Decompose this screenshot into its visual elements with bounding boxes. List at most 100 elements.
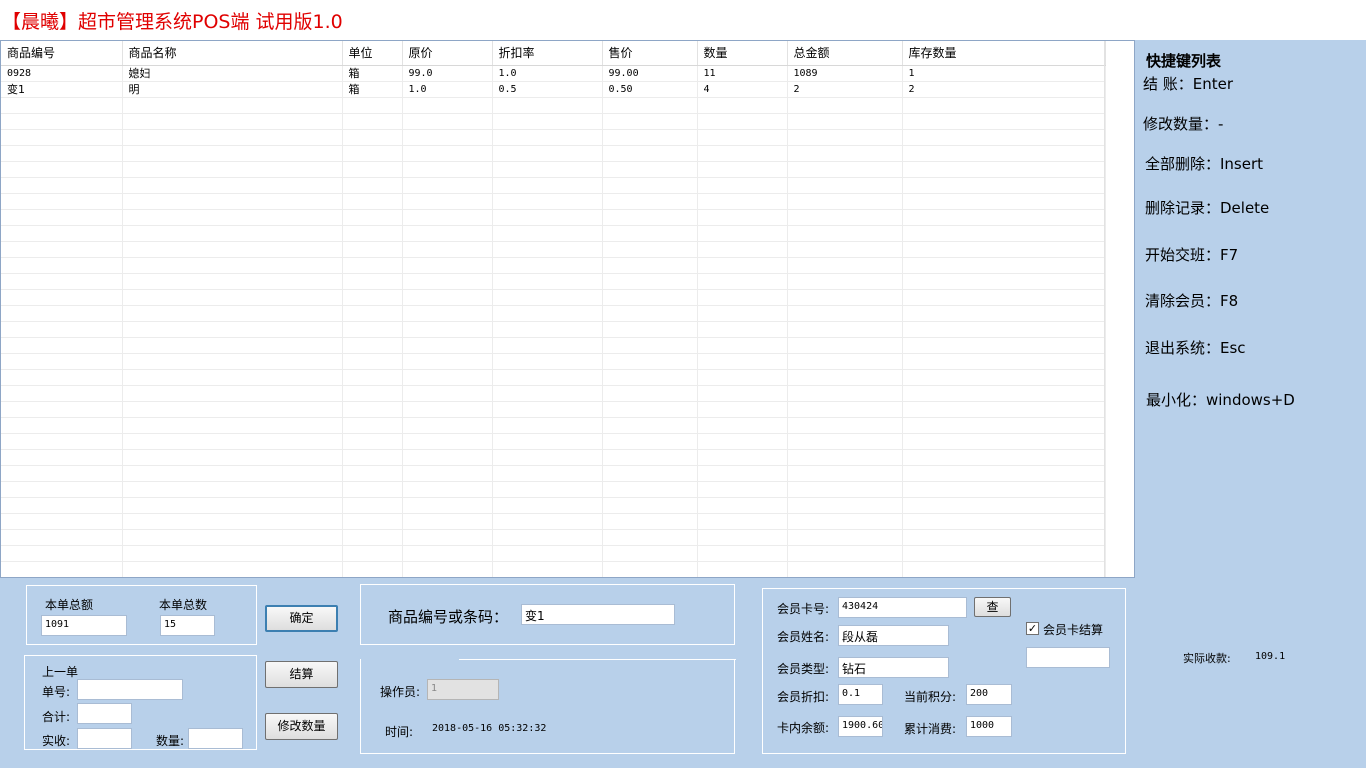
table-row[interactable]: 0928 媳妇 箱 99.0 1.0 99.00 11 1089 1 [1,65,1106,82]
confirm-button[interactable]: 确定 [265,605,338,632]
empty-cell [402,129,493,146]
empty-cell [902,385,1106,402]
col-header[interactable]: 商品名称 [122,41,343,66]
empty-cell [902,145,1106,162]
checkout-button[interactable]: 结算 [265,661,338,688]
empty-cell [402,97,493,114]
empty-cell [787,289,903,306]
empty-cell [492,209,603,226]
shortcut-delete-all: 全部删除：Insert [1145,155,1264,173]
empty-cell [122,529,343,546]
modify-qty-button[interactable]: 修改数量 [265,713,338,740]
empty-cell [1,225,123,242]
empty-cell [402,513,493,530]
member-discount-field[interactable]: 0.1 [838,684,883,705]
member-name-field[interactable]: 段从磊 [838,625,949,646]
empty-row [1,401,1106,418]
empty-cell [1,193,123,210]
cell-price: 99.0 [402,65,493,82]
empty-cell [342,225,403,242]
shortcut-shift: 开始交班：F7 [1145,246,1239,264]
previous-order-group: 上一单 单号: 合计: 实收: 数量: [24,655,257,750]
card-no-field[interactable]: 430424 [838,597,967,618]
prev-received-field[interactable] [77,728,132,749]
col-header[interactable]: 单位 [342,41,403,66]
col-header[interactable]: 折扣率 [492,41,603,66]
spent-field[interactable]: 1000 [966,716,1012,737]
order-totals-group: 本单总额 本单总数 1091 15 [26,585,257,645]
prev-qty-field[interactable] [188,728,243,749]
empty-cell [342,145,403,162]
table-row[interactable]: 变1 明 箱 1.0 0.5 0.50 4 2 2 [1,81,1106,98]
card-checkout-checkbox[interactable]: ✓ [1026,622,1039,635]
empty-cell [122,561,343,577]
prev-total-label: 合计: [42,710,71,724]
empty-cell [342,97,403,114]
empty-cell [492,545,603,562]
empty-cell [1,481,123,498]
empty-cell [1,465,123,482]
product-code-input[interactable]: 变1 [521,604,675,625]
empty-cell [492,465,603,482]
col-header[interactable]: 原价 [402,41,493,66]
empty-cell [1,209,123,226]
prev-total-field[interactable] [77,703,132,724]
col-header[interactable]: 数量 [697,41,788,66]
time-value: 2018-05-16 05:32:32 [432,723,547,734]
empty-cell [492,321,603,338]
title-bar: 【晨曦】超市管理系统POS端 试用版1.0 [0,0,1366,40]
empty-cell [342,321,403,338]
empty-cell [1,129,123,146]
col-header[interactable]: 商品编号 [1,41,123,66]
empty-cell [342,353,403,370]
points-field[interactable]: 200 [966,684,1012,705]
empty-cell [402,561,493,577]
empty-cell [1,369,123,386]
balance-field[interactable]: 1900.60 [838,716,883,737]
grid-divider [1104,41,1105,577]
empty-cell [697,257,788,274]
empty-cell [902,369,1106,386]
empty-cell [902,497,1106,514]
member-type-field[interactable]: 钻石 [838,657,949,678]
empty-cell [122,145,343,162]
empty-cell [122,401,343,418]
operator-group: 操作员: 1 时间: 2018-05-16 05:32:32 [360,659,736,754]
empty-cell [342,401,403,418]
col-header[interactable]: 库存数量 [902,41,1106,66]
product-grid[interactable]: 商品编号 商品名称 单位 原价 折扣率 售价 数量 总金额 库存数量 0928 … [0,40,1135,578]
empty-cell [602,369,698,386]
empty-cell [697,97,788,114]
empty-row [1,513,1106,530]
empty-cell [787,193,903,210]
empty-cell [902,225,1106,242]
empty-cell [122,241,343,258]
time-label: 时间: [385,725,414,739]
empty-cell [902,465,1106,482]
order-count-field[interactable]: 15 [160,615,215,636]
empty-cell [402,385,493,402]
empty-cell [1,545,123,562]
empty-cell [787,545,903,562]
empty-cell [122,225,343,242]
order-amount-field[interactable]: 1091 [41,615,127,636]
col-header[interactable]: 售价 [602,41,698,66]
order-no-field[interactable] [77,679,183,700]
empty-cell [122,497,343,514]
empty-cell [1,177,123,194]
empty-cell [787,433,903,450]
empty-cell [402,273,493,290]
empty-row [1,529,1106,546]
empty-cell [697,481,788,498]
card-checkout-field[interactable] [1026,647,1110,668]
empty-cell [402,305,493,322]
empty-cell [342,129,403,146]
empty-cell [342,209,403,226]
empty-cell [602,561,698,577]
empty-cell [342,497,403,514]
empty-cell [697,209,788,226]
empty-cell [402,529,493,546]
product-table: 商品编号 商品名称 单位 原价 折扣率 售价 数量 总金额 库存数量 0928 … [1,41,1106,577]
col-header[interactable]: 总金额 [787,41,903,66]
lookup-button[interactable]: 查 [974,597,1011,617]
